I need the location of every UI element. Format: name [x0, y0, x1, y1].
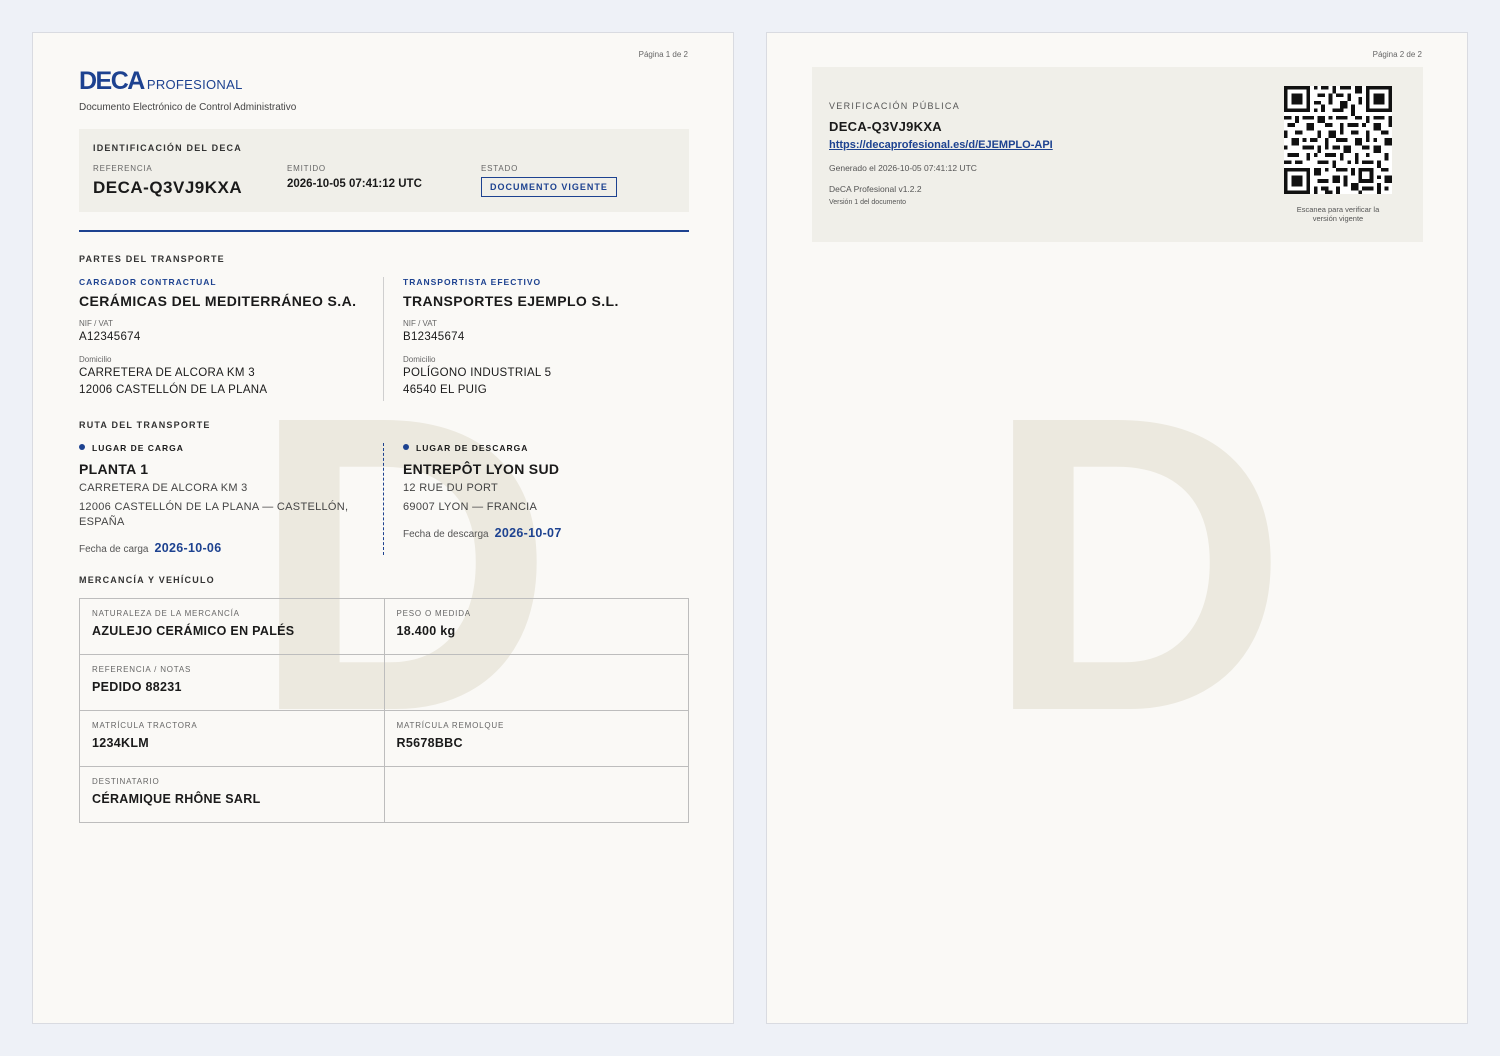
- tractor-label: MATRÍCULA TRACTORA: [92, 721, 198, 730]
- verification-reference: DECA-Q3VJ9KXA: [829, 119, 942, 134]
- unloading-address-line2: 69007 LYON — FRANCIA: [403, 501, 538, 513]
- document-subtitle: Documento Electrónico de Control Adminis…: [79, 102, 297, 113]
- goods-title: MERCANCÍA Y VEHÍCULO: [79, 575, 215, 585]
- recipient-label: DESTINATARIO: [92, 777, 160, 786]
- unloading-date: 2026-10-07: [494, 526, 562, 540]
- carrier-tax-id: B12345674: [403, 331, 465, 343]
- reference-label: REFERENCIA: [93, 164, 153, 173]
- empty-cell: [383, 766, 689, 823]
- shipper-tax-label: NIF / VAT: [79, 319, 113, 328]
- goods-ref-cell: REFERENCIA / NOTAS PEDIDO 88231: [79, 654, 385, 711]
- carrier-address-label: Domicilio: [403, 355, 436, 364]
- goods-table: NATURALEZA DE LA MERCANCÍA AZULEJO CERÁM…: [79, 598, 689, 823]
- shipper-tax-id: A12345674: [79, 331, 141, 343]
- loading-address-line1: CARRETERA DE ALCORA KM 3: [79, 482, 248, 494]
- table-row: MATRÍCULA TRACTORA 1234KLM MATRÍCULA REM…: [79, 710, 689, 767]
- loading-address-line3: ESPAÑA: [79, 516, 125, 528]
- status-label: ESTADO: [481, 164, 519, 173]
- goods-nature-label: NATURALEZA DE LA MERCANCÍA: [92, 609, 240, 618]
- trailer-plate: R5678BBC: [396, 736, 463, 750]
- parties-divider: [383, 277, 384, 401]
- loading-label: LUGAR DE CARGA: [92, 443, 184, 453]
- route-title: RUTA DEL TRANSPORTE: [79, 420, 211, 430]
- status-badge: DOCUMENTO VIGENTE: [481, 177, 617, 197]
- issued-value: 2026-10-05 07:41:12 UTC: [287, 178, 422, 190]
- identification-panel: IDENTIFICACIÓN DEL DECA REFERENCIA DECA-…: [79, 129, 689, 212]
- goods-ref: PEDIDO 88231: [92, 680, 182, 694]
- goods-nature: AZULEJO CERÁMICO EN PALÉS: [92, 624, 295, 638]
- identification-title: IDENTIFICACIÓN DEL DECA: [93, 143, 242, 153]
- carrier-tax-label: NIF / VAT: [403, 319, 437, 328]
- goods-ref-label: REFERENCIA / NOTAS: [92, 665, 192, 674]
- bullet-icon: [403, 444, 409, 450]
- qr-caption-line2: versión vigente: [1312, 214, 1364, 223]
- carrier-role: TRANSPORTISTA EFECTIVO: [403, 277, 542, 287]
- trailer-label: MATRÍCULA REMOLQUE: [396, 721, 505, 730]
- bullet-icon: [79, 444, 85, 450]
- empty-cell: [383, 654, 689, 711]
- issued-label: EMITIDO: [287, 164, 326, 173]
- unloading-label-row: LUGAR DE DESCARGA: [403, 443, 528, 453]
- reference-value: DECA-Q3VJ9KXA: [93, 178, 243, 197]
- trailer-cell: MATRÍCULA REMOLQUE R5678BBC: [383, 710, 689, 767]
- parties-title: PARTES DEL TRANSPORTE: [79, 254, 225, 264]
- page-number: Página 1 de 2: [638, 50, 688, 59]
- shipper-address-label: Domicilio: [79, 355, 112, 364]
- carrier-address-line1: POLÍGONO INDUSTRIAL 5: [403, 367, 552, 379]
- loading-place-name: PLANTA 1: [79, 461, 149, 477]
- table-row: REFERENCIA / NOTAS PEDIDO 88231: [79, 654, 689, 711]
- verification-title: VERIFICACIÓN PÚBLICA: [829, 101, 961, 111]
- deca-logo: DECA PROFESIONAL: [79, 67, 243, 96]
- goods-weight: 18.400 kg: [396, 624, 456, 638]
- document-version: Versión 1 del documento: [829, 199, 907, 206]
- verification-panel: VERIFICACIÓN PÚBLICA DECA-Q3VJ9KXA https…: [812, 67, 1423, 242]
- loading-date: 2026-10-06: [154, 541, 222, 555]
- qr-caption: Escanea para verificar la versión vigent…: [1278, 205, 1398, 223]
- loading-address-line2: 12006 CASTELLÓN DE LA PLANA — CASTELLÓN,: [79, 501, 349, 513]
- goods-weight-cell: PESO O MEDIDA 18.400 kg: [383, 598, 689, 655]
- section-divider: [79, 230, 689, 232]
- qr-caption-line1: Escanea para verificar la: [1296, 205, 1380, 214]
- software-version: DeCA Profesional v1.2.2: [829, 184, 922, 194]
- loading-label-row: LUGAR DE CARGA: [79, 443, 184, 453]
- shipper-address-line1: CARRETERA DE ALCORA KM 3: [79, 367, 255, 379]
- unloading-date-row: Fecha de descarga 2026-10-07: [403, 524, 562, 542]
- qr-code-icon[interactable]: [1284, 86, 1392, 194]
- logo-suffix: PROFESIONAL: [146, 77, 243, 92]
- tractor-cell: MATRÍCULA TRACTORA 1234KLM: [79, 710, 385, 767]
- carrier-address-line2: 46540 EL PUIG: [403, 384, 488, 396]
- tractor-plate: 1234KLM: [92, 736, 149, 750]
- generated-timestamp: Generado el 2026-10-05 07:41:12 UTC: [829, 163, 977, 173]
- shipper-name: CERÁMICAS DEL MEDITERRÁNEO S.A.: [79, 293, 357, 309]
- document-page-2: D Página 2 de 2 VERIFICACIÓN PÚBLICA DEC…: [766, 32, 1468, 1024]
- loading-date-label: Fecha de carga: [79, 544, 149, 555]
- goods-weight-label: PESO O MEDIDA: [396, 609, 471, 618]
- unloading-address-line1: 12 RUE DU PORT: [403, 482, 499, 494]
- shipper-address-line2: 12006 CASTELLÓN DE LA PLANA: [79, 384, 268, 396]
- loading-date-row: Fecha de carga 2026-10-06: [79, 539, 221, 557]
- recipient-cell: DESTINATARIO CÉRAMIQUE RHÔNE SARL: [79, 766, 385, 823]
- logo-brand: DECA: [79, 67, 145, 95]
- unloading-place-name: ENTREPÔT LYON SUD: [403, 461, 560, 477]
- unloading-label: LUGAR DE DESCARGA: [416, 443, 529, 453]
- route-divider: [383, 443, 384, 555]
- document-page-1: D Página 1 de 2 DECA PROFESIONAL Documen…: [32, 32, 734, 1024]
- recipient: CÉRAMIQUE RHÔNE SARL: [92, 792, 261, 806]
- unloading-date-label: Fecha de descarga: [403, 529, 489, 540]
- shipper-role: CARGADOR CONTRACTUAL: [79, 277, 217, 287]
- goods-nature-cell: NATURALEZA DE LA MERCANCÍA AZULEJO CERÁM…: [79, 598, 385, 655]
- table-row: DESTINATARIO CÉRAMIQUE RHÔNE SARL: [79, 766, 689, 823]
- verification-link[interactable]: https://decaprofesional.es/d/EJEMPLO-API: [829, 139, 1053, 151]
- page-number: Página 2 de 2: [1372, 50, 1422, 59]
- carrier-name: TRANSPORTES EJEMPLO S.L.: [403, 293, 619, 309]
- table-row: NATURALEZA DE LA MERCANCÍA AZULEJO CERÁM…: [79, 598, 689, 655]
